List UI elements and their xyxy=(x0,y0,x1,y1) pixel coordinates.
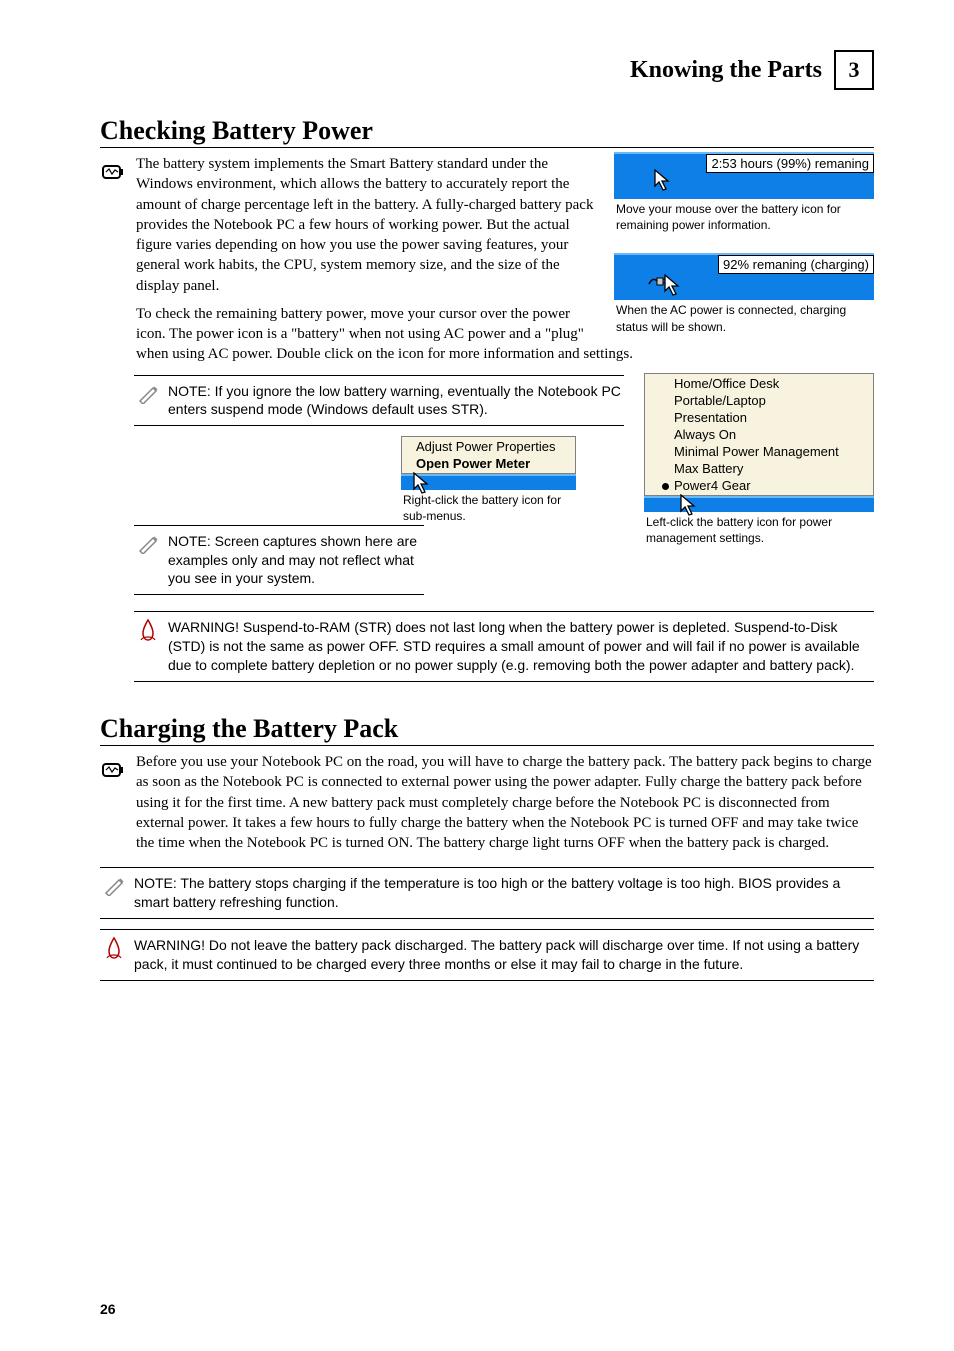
battery-tooltip-remaining: 2:53 hours (99%) remaning xyxy=(706,154,874,173)
cursor-icon xyxy=(654,169,672,191)
menu-item-presentation[interactable]: Presentation xyxy=(648,409,873,426)
cursor-icon xyxy=(664,274,682,296)
chapter-number-box: 3 xyxy=(834,50,874,90)
menu-item-adjust-power[interactable]: Adjust Power Properties xyxy=(402,438,575,455)
battery-glyph-icon xyxy=(102,758,124,784)
warning-icon xyxy=(100,936,128,965)
note-icon xyxy=(134,382,162,409)
page-number: 26 xyxy=(100,1301,116,1317)
note-icon xyxy=(134,532,162,559)
menu-item-always-on[interactable]: Always On xyxy=(648,426,873,443)
battery-context-menu: Adjust Power Properties Open Power Meter xyxy=(401,436,576,474)
menu-item-power4gear[interactable]: Power4 Gear xyxy=(648,477,873,494)
body-paragraph-2: Before you use your Notebook PC on the r… xyxy=(136,752,874,853)
header-title: Knowing the Parts xyxy=(630,57,822,84)
warning-str: WARNING! Suspend-to-RAM (STR) does not l… xyxy=(134,611,874,682)
battery-glyph-icon xyxy=(102,160,124,186)
warning-discharged: WARNING! Do not leave the battery pack d… xyxy=(100,929,874,981)
battery-tooltip-charging: 92% remaning (charging) xyxy=(718,255,874,274)
cursor-icon xyxy=(413,472,431,494)
note-screen-captures: NOTE: Screen captures shown here are exa… xyxy=(134,525,424,596)
page-header: Knowing the Parts 3 xyxy=(100,50,874,90)
note-low-battery: NOTE: If you ignore the low battery warn… xyxy=(134,375,624,427)
note-icon xyxy=(100,874,128,901)
taskbar-strip-3 xyxy=(401,474,576,490)
section-charging-battery: Charging the Battery Pack xyxy=(100,714,874,746)
menu-item-home-office[interactable]: Home/Office Desk xyxy=(648,375,873,392)
taskbar-battery-tooltip-1: 2:53 hours (99%) remaning xyxy=(614,152,874,199)
caption-1: Move your mouse over the battery icon fo… xyxy=(616,201,874,233)
taskbar-strip-4 xyxy=(644,496,874,512)
menu-item-portable[interactable]: Portable/Laptop xyxy=(648,392,873,409)
section-checking-battery: Checking Battery Power xyxy=(100,116,874,148)
caption-2: When the AC power is connected, charging… xyxy=(616,302,874,334)
caption-3: Right-click the battery icon for sub-men… xyxy=(403,492,576,524)
taskbar-battery-tooltip-2: 92% remaning (charging) xyxy=(614,253,874,300)
menu-item-open-power-meter[interactable]: Open Power Meter xyxy=(402,455,575,472)
warning-icon xyxy=(134,618,162,647)
cursor-icon xyxy=(680,494,698,516)
menu-item-minimal[interactable]: Minimal Power Management xyxy=(648,443,873,460)
power-scheme-menu: Home/Office Desk Portable/Laptop Present… xyxy=(644,373,874,496)
caption-4: Left-click the battery icon for power ma… xyxy=(646,514,874,546)
note-battery-stops: NOTE: The battery stops charging if the … xyxy=(100,867,874,919)
menu-item-max-battery[interactable]: Max Battery xyxy=(648,460,873,477)
